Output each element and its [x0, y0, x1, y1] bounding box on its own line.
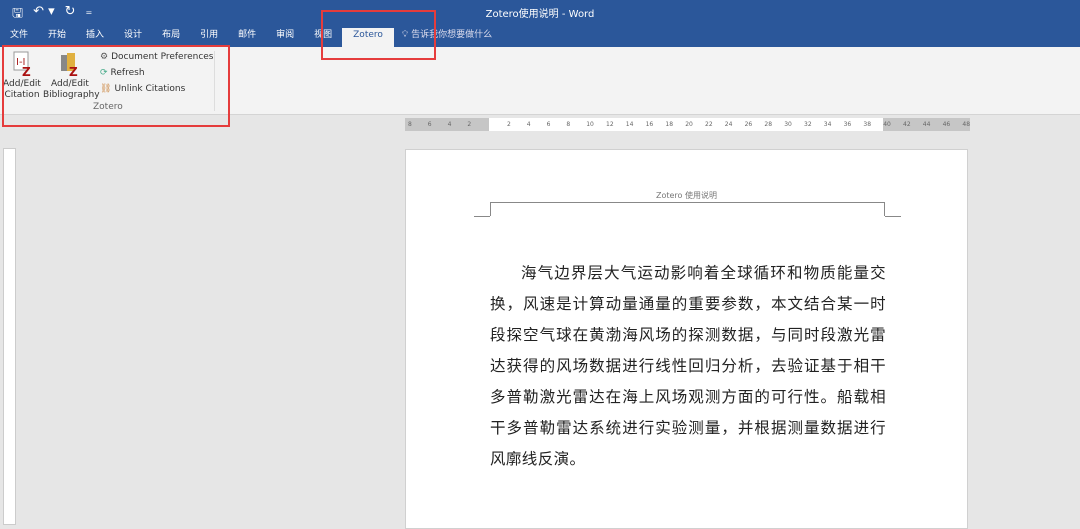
header-border [490, 202, 885, 216]
ruler-tick-label: 8 [408, 121, 412, 128]
body-paragraph[interactable]: 海气边界层大气运动影响着全球循环和物质能量交换，风速是计算动量通量的重要参数，本… [490, 258, 886, 475]
highlight-box-tab [321, 10, 436, 60]
ruler-tick-label: 48 [962, 121, 971, 128]
ruler-tick-label: 6 [546, 121, 551, 128]
window-title: Zotero使用说明 - Word [485, 9, 595, 20]
header-corner-right [885, 216, 901, 217]
ruler-tick-label: 46 [942, 121, 951, 128]
ruler-tick-label: 42 [903, 121, 911, 128]
ruler-tick-label: 24 [724, 121, 733, 128]
ruler-tick-label: 18 [665, 121, 674, 128]
ruler-tick-label: 32 [804, 121, 812, 128]
ruler-tick-label: 2 [467, 121, 472, 128]
vertical-ruler[interactable] [3, 148, 16, 525]
ruler-tick-label: 22 [705, 121, 713, 128]
ruler-tick-label: 12 [606, 121, 614, 128]
ruler-tick-label: 44 [922, 121, 931, 128]
ruler-tick-label: 10 [586, 121, 594, 128]
tab-review[interactable]: 审阅 [266, 28, 304, 47]
title-bar: 🖫 ↶ ▾ ↻ ₌ Zotero使用说明 - Word 文件 开始 插入 设计 … [0, 0, 1080, 47]
ruler-tick-label: 16 [645, 121, 654, 128]
header-corner-left [474, 216, 490, 217]
page-header: Zotero 使用说明 [656, 191, 717, 200]
ruler-tick-label: 34 [823, 121, 832, 128]
ruler-tick-label: 20 [685, 121, 693, 128]
ruler-tick-label: 6 [427, 121, 432, 128]
ruler-tick-label: 4 [447, 121, 452, 128]
document-page[interactable]: Zotero 使用说明 海气边界层大气运动影响着全球循环和物质能量交换，风速是计… [405, 149, 968, 529]
ruler-tick-label: 26 [744, 121, 753, 128]
horizontal-ruler[interactable]: 8 6 4 2 2 4 6 8 10 12 14 16 18 20 22 24 26 28 30 32 34 36 38 40… [405, 118, 970, 131]
ruler-tick-label: 36 [843, 121, 852, 128]
tab-mailings[interactable]: 邮件 [228, 28, 266, 47]
ruler-tick-label: 38 [863, 121, 872, 128]
ruler-tick-label: 4 [526, 121, 531, 128]
ruler-tick-label: 2 [507, 121, 511, 128]
ruler-tick-label: 14 [625, 121, 634, 128]
ruler-tick-label: 30 [784, 121, 792, 128]
highlight-box-ribbon [2, 45, 230, 127]
ruler-tick-label: 28 [764, 121, 773, 128]
ruler-tick-label: 40 [883, 121, 891, 128]
ruler-tick-label: 8 [566, 121, 571, 128]
